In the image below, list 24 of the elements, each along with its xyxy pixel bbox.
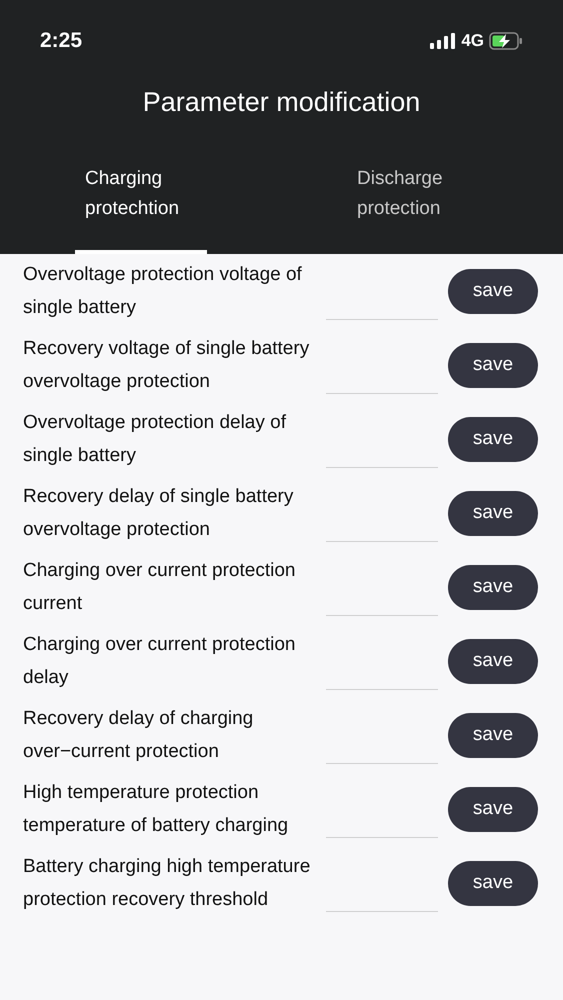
signal-icon — [430, 33, 456, 49]
tab[interactable]: Discharge protection — [347, 152, 479, 254]
status-time: 2:25 — [40, 28, 82, 54]
save-button[interactable]: save — [448, 786, 538, 832]
save-button[interactable]: save — [448, 490, 538, 536]
save-button[interactable]: save — [448, 712, 538, 758]
page-title: Parameter modification — [142, 86, 420, 119]
parameter-label: Overvoltage protection delay of single battery — [23, 411, 287, 468]
network-label: 4G — [461, 30, 484, 52]
save-button[interactable]: save — [448, 564, 538, 610]
parameter-label: Recovery voltage of single battery overvoltage protection — [23, 337, 310, 394]
parameter-label: Battery charging high temperature protection recovery threshold — [23, 855, 312, 912]
save-button[interactable]: save — [448, 860, 538, 906]
parameter-label: Charging over current protection delay — [23, 633, 296, 690]
save-button[interactable]: save — [448, 638, 538, 684]
save-button[interactable]: save — [448, 342, 538, 388]
parameter-label: Overvoltage protection voltage of single battery — [23, 263, 303, 320]
save-button[interactable]: save — [448, 416, 538, 462]
tab[interactable]: Charging protechtion — [75, 152, 207, 254]
parameter-label: High temperature protection temperature of battery charging — [23, 781, 290, 838]
parameter-label: Charging over current protection current — [23, 559, 296, 616]
parameter-label: Recovery delay of charging over−current protection — [23, 707, 254, 764]
save-button[interactable]: save — [448, 268, 538, 314]
parameter-label: Recovery delay of single battery overvoltage protection — [23, 485, 294, 542]
